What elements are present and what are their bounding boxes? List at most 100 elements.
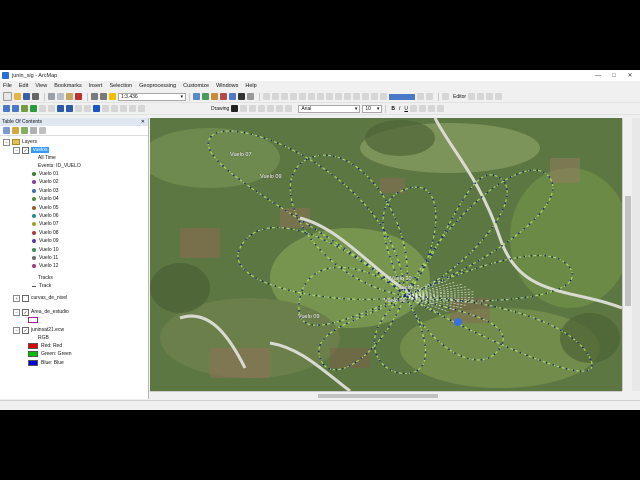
options-icon[interactable] xyxy=(39,127,46,134)
group-icon[interactable] xyxy=(285,105,293,112)
zoom-out-tool-icon[interactable] xyxy=(12,105,19,112)
layer-name[interactable]: juninsat21.ecw xyxy=(31,327,64,333)
flight-legend-item[interactable]: Vuelo 09 xyxy=(32,237,59,245)
table-of-contents-icon[interactable] xyxy=(202,93,209,100)
close-button[interactable]: ✕ xyxy=(622,70,638,81)
layer-name[interactable]: Area_de_estudio xyxy=(31,309,69,315)
list-by-source-icon[interactable] xyxy=(12,127,19,134)
menu-insert[interactable]: Insert xyxy=(89,83,103,89)
straight-segment-icon[interactable] xyxy=(477,93,485,100)
html-popup-icon[interactable] xyxy=(426,93,433,100)
menu-geoprocessing[interactable]: Geoprocessing xyxy=(139,83,176,89)
fixed-zoom-in-icon[interactable] xyxy=(299,93,306,100)
layer-name[interactable]: curvas_de_nivel xyxy=(31,295,67,301)
underline-button[interactable]: U xyxy=(404,106,408,112)
layer-name[interactable]: vuelos xyxy=(31,147,50,153)
model-builder-icon[interactable] xyxy=(247,93,254,100)
new-document-icon[interactable] xyxy=(3,92,12,101)
menu-help[interactable]: Help xyxy=(245,83,256,89)
flight-legend-item[interactable]: Vuelo 11 xyxy=(32,254,58,262)
flight-legend-item[interactable]: Vuelo 08 xyxy=(32,229,59,237)
copy-icon[interactable] xyxy=(57,93,64,100)
forward-extent-icon[interactable] xyxy=(326,93,333,100)
font-size-select[interactable]: 10 ▾ xyxy=(362,104,383,113)
flight-legend-item[interactable]: Vuelo 10 xyxy=(32,246,59,254)
cut-icon[interactable] xyxy=(48,93,55,100)
identify-icon[interactable] xyxy=(362,93,369,100)
select-icon[interactable] xyxy=(75,105,82,112)
list-by-visibility-icon[interactable] xyxy=(21,127,28,134)
side-dock-tabs[interactable] xyxy=(632,118,640,391)
layer-vuelos[interactable]: − ✓ vuelos xyxy=(13,146,50,154)
measure-icon[interactable] xyxy=(380,93,387,100)
visibility-checkbox[interactable]: ✓ xyxy=(22,326,29,334)
text-tool-icon[interactable] xyxy=(258,105,266,112)
layer-raster[interactable]: − ✓ juninsat21.ecw xyxy=(13,326,64,334)
back-extent-icon[interactable] xyxy=(317,93,324,100)
scroll-thumb[interactable] xyxy=(318,394,438,398)
edit-tool-icon[interactable] xyxy=(468,93,476,100)
area-symbol[interactable] xyxy=(28,316,41,324)
search-icon[interactable] xyxy=(220,93,227,100)
flight-legend-item[interactable]: Vuelo 03 xyxy=(32,187,59,195)
map-canvas[interactable] xyxy=(150,118,622,391)
collapse-icon[interactable]: − xyxy=(13,308,20,316)
italic-button[interactable]: I xyxy=(399,106,400,112)
layers-root[interactable]: − Layers xyxy=(3,138,37,146)
redo-icon[interactable] xyxy=(100,93,107,100)
area-fill-symbol[interactable] xyxy=(28,317,38,323)
map-horizontal-scrollbar[interactable] xyxy=(150,391,622,400)
marker-color-icon[interactable] xyxy=(436,105,444,112)
time-icon[interactable] xyxy=(138,105,145,112)
map-view[interactable]: Vuelo 07 Vuelo 09 Vuelo 10 Vuelo 12 Vuel… xyxy=(150,118,622,391)
fixed-zoom-out-icon[interactable] xyxy=(308,93,315,100)
menu-bookmarks[interactable]: Bookmarks xyxy=(54,83,82,89)
list-by-drawing-order-icon[interactable] xyxy=(3,127,10,134)
editor-menu[interactable]: Editor xyxy=(453,94,466,100)
hyperlink-icon[interactable] xyxy=(417,93,424,100)
clear-selection-icon[interactable] xyxy=(344,93,351,100)
collapse-icon[interactable]: − xyxy=(13,146,20,154)
menu-view[interactable]: View xyxy=(35,83,47,89)
flight-legend-item[interactable]: Vuelo 12 xyxy=(32,262,59,270)
list-by-selection-icon[interactable] xyxy=(30,127,37,134)
flight-legend-item[interactable]: Vuelo 01 xyxy=(32,170,59,178)
close-icon[interactable]: ✕ xyxy=(141,118,145,126)
menu-windows[interactable]: Windows xyxy=(216,83,238,89)
menu-file[interactable]: File xyxy=(3,83,12,89)
menu-customize[interactable]: Customize xyxy=(183,83,209,89)
sketch-tool-icon[interactable] xyxy=(486,93,494,100)
edit-vertices-icon[interactable] xyxy=(495,93,503,100)
add-data-icon[interactable] xyxy=(109,93,116,100)
find-icon[interactable] xyxy=(371,93,378,100)
fixed-zoom-out-small-icon[interactable] xyxy=(48,105,55,112)
rectangle-icon[interactable] xyxy=(249,105,257,112)
save-icon[interactable] xyxy=(23,93,30,100)
collapse-icon[interactable]: − xyxy=(13,326,20,334)
layer-curvas[interactable]: + curvas_de_nivel xyxy=(13,294,67,302)
hand-pan-icon[interactable] xyxy=(21,105,28,112)
visibility-checkbox[interactable]: ✓ xyxy=(22,146,29,154)
text-a-icon[interactable] xyxy=(267,105,275,112)
expand-icon[interactable]: + xyxy=(13,294,20,302)
maximize-button[interactable]: □ xyxy=(606,70,622,81)
line-color-icon[interactable] xyxy=(427,105,435,112)
lightning-icon[interactable] xyxy=(102,105,109,112)
fixed-zoom-icon[interactable] xyxy=(39,105,46,112)
font-color-icon[interactable] xyxy=(409,105,417,112)
visibility-checkbox[interactable] xyxy=(22,294,29,302)
full-extent-icon[interactable] xyxy=(290,93,297,100)
flight-legend-item[interactable]: Vuelo 06 xyxy=(32,212,59,220)
flight-legend-item[interactable]: Vuelo 05 xyxy=(32,204,59,212)
print-icon[interactable] xyxy=(32,93,39,100)
visibility-checkbox[interactable]: ✓ xyxy=(22,308,29,316)
font-name-select[interactable]: Arial ▾ xyxy=(298,104,361,113)
paste-icon[interactable] xyxy=(66,93,73,100)
open-folder-icon[interactable] xyxy=(14,93,21,100)
zoom-in-icon[interactable] xyxy=(263,93,270,100)
arctoolbox-icon[interactable] xyxy=(229,93,236,100)
forward-arrow-icon[interactable] xyxy=(66,105,73,112)
minimize-button[interactable]: — xyxy=(590,70,606,81)
time-slider-icon[interactable] xyxy=(389,93,415,100)
select-elements-icon[interactable] xyxy=(353,93,360,100)
